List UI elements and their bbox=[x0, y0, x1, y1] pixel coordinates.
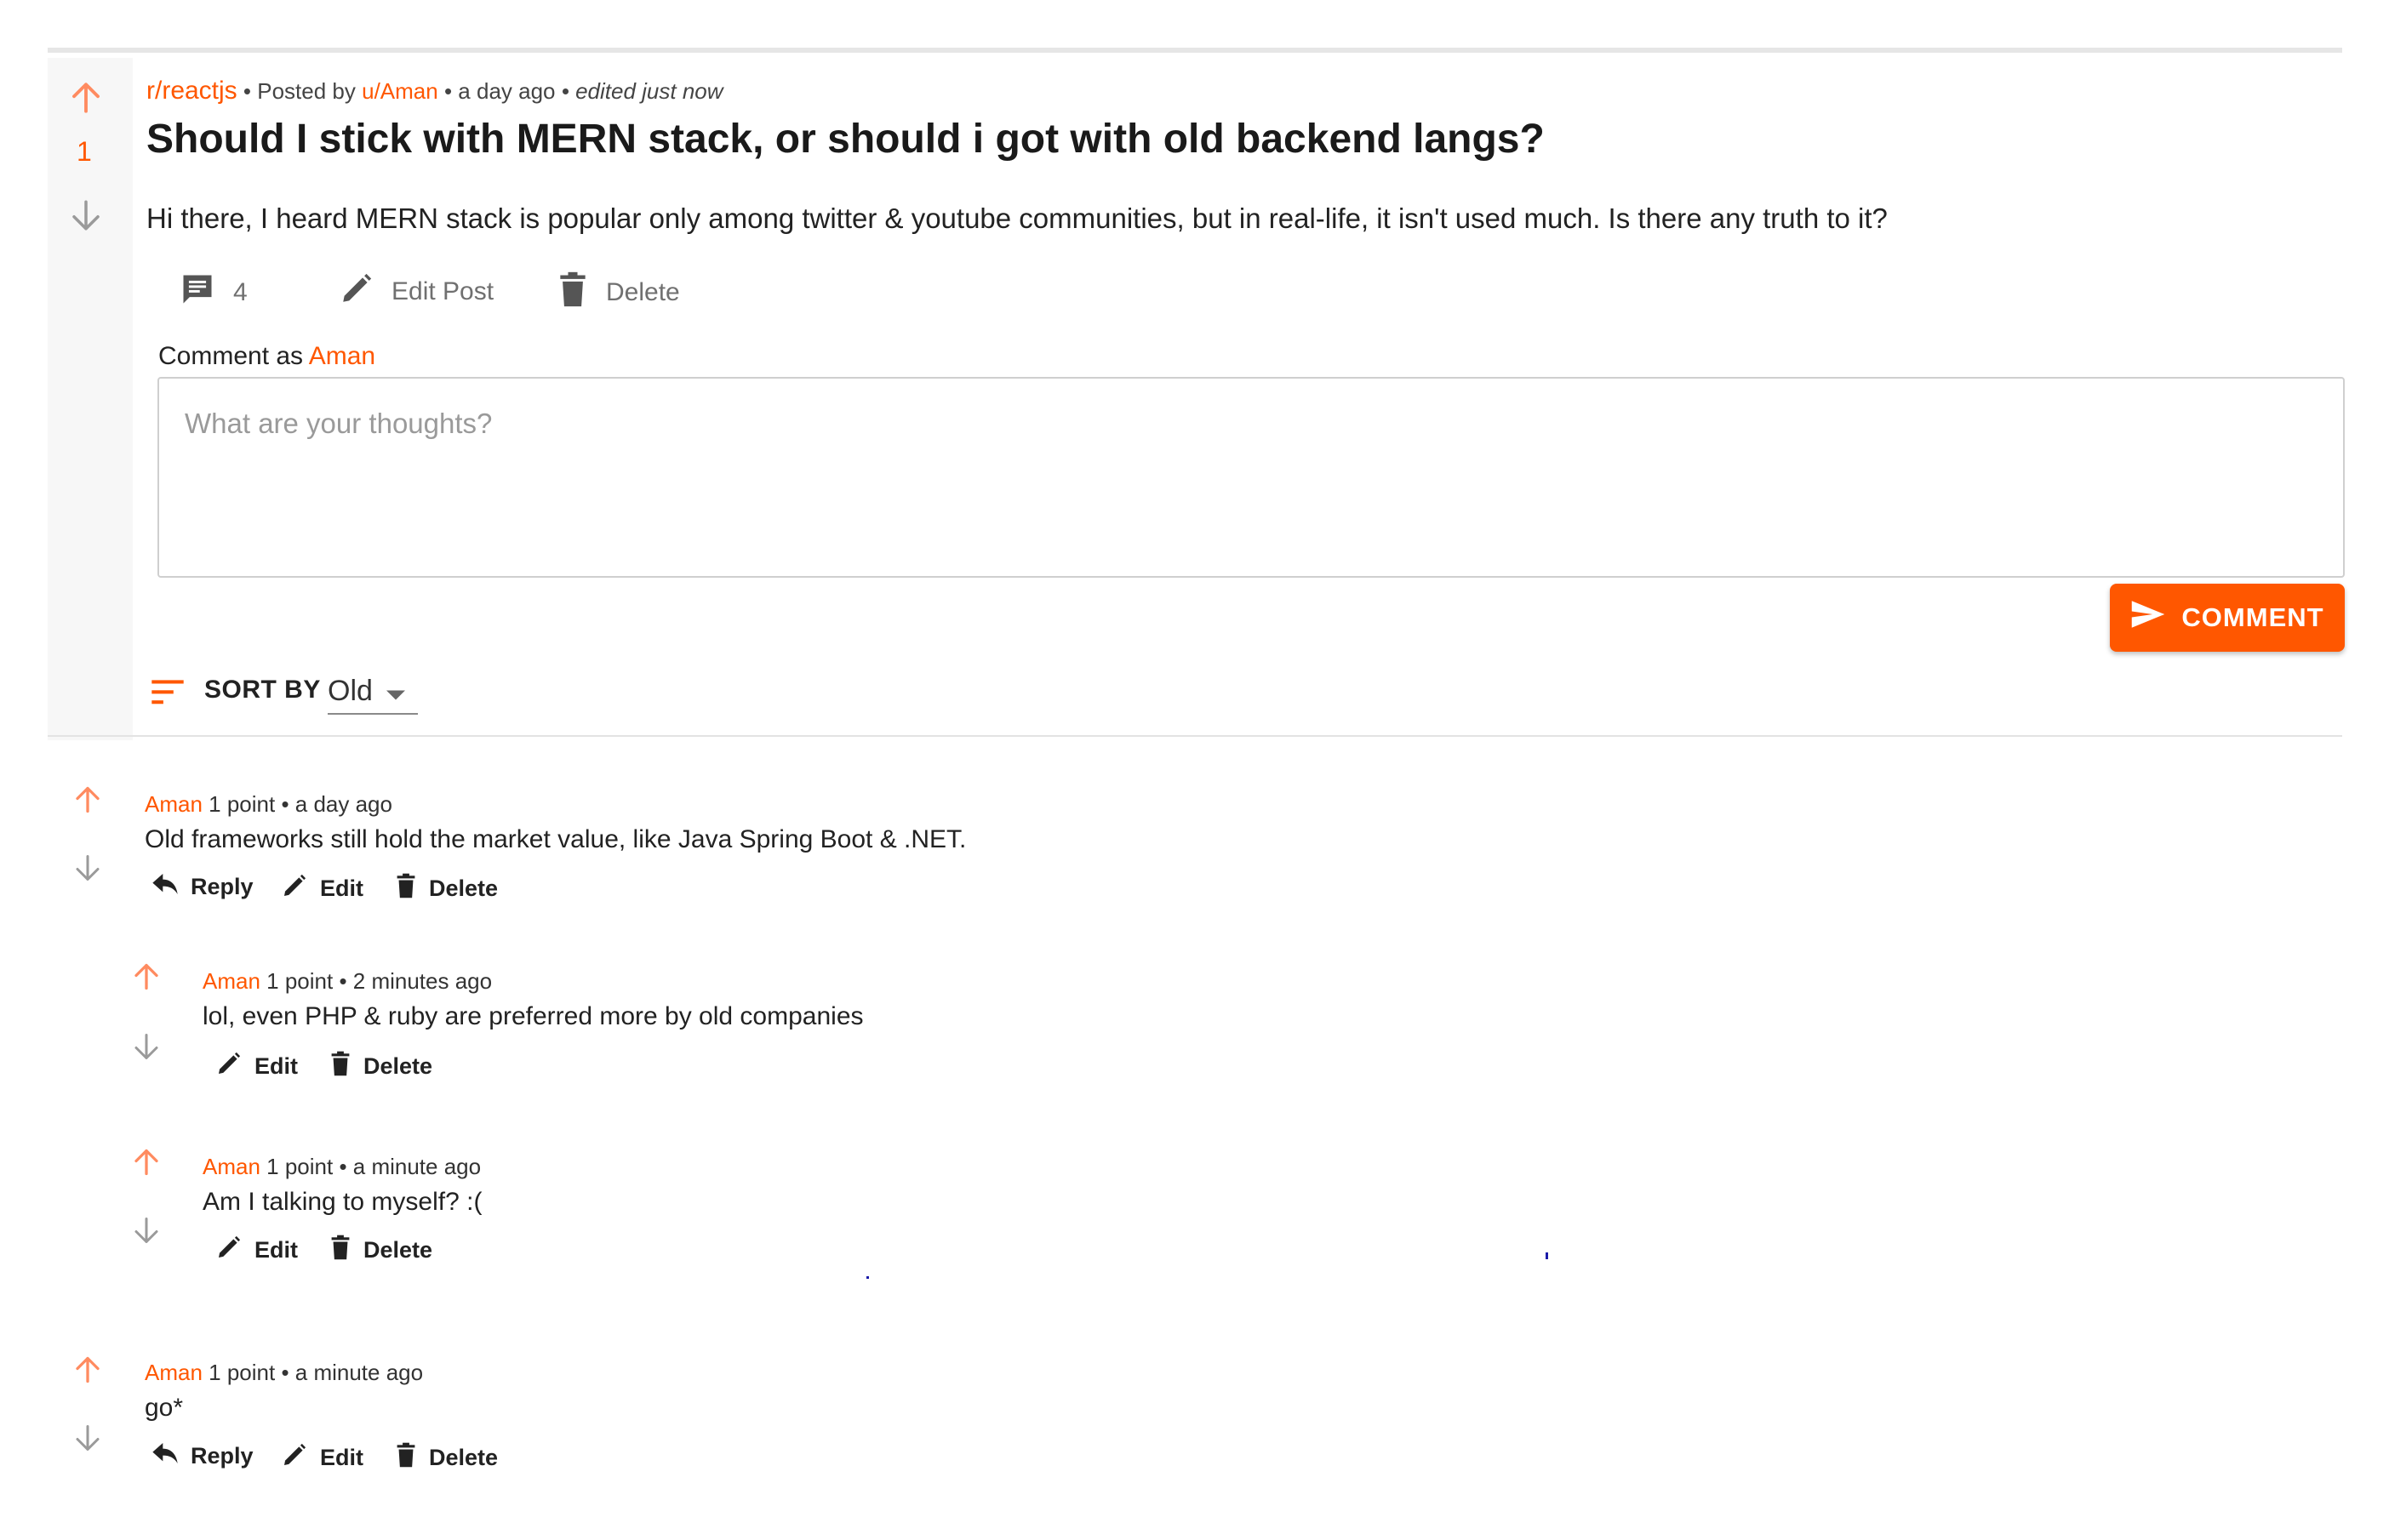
delete-label: Delete bbox=[429, 1445, 499, 1470]
edit-label: Edit bbox=[320, 876, 363, 901]
delete-post-label: Delete bbox=[606, 278, 680, 306]
sort-value: Old bbox=[328, 674, 373, 707]
post-body: Hi there, I heard MERN stack is popular … bbox=[146, 202, 1888, 234]
delete-label: Delete bbox=[429, 876, 499, 901]
delete-label: Delete bbox=[363, 1053, 433, 1079]
downvote-icon[interactable] bbox=[68, 197, 104, 233]
subreddit-link[interactable]: r/reactjs bbox=[146, 77, 237, 105]
reply-icon bbox=[151, 872, 191, 902]
reply-label: Reply bbox=[191, 1443, 254, 1469]
sort-icon bbox=[150, 677, 186, 710]
comment-text: Old frameworks still hold the market val… bbox=[145, 825, 967, 853]
pencil-icon bbox=[281, 872, 320, 905]
downvote-icon[interactable] bbox=[72, 1423, 103, 1457]
comment-submit-label: COMMENT bbox=[2181, 602, 2324, 632]
caret-down-icon bbox=[386, 675, 405, 708]
section-divider bbox=[48, 735, 2342, 737]
comment-text: go* bbox=[145, 1394, 184, 1422]
comment-text: lol, even PHP & ruby are preferred more … bbox=[203, 1002, 864, 1030]
comment-author[interactable]: Aman bbox=[145, 791, 203, 817]
edit-label: Edit bbox=[254, 1237, 298, 1263]
comment-as-label: Comment as Aman bbox=[158, 342, 375, 371]
edit-button[interactable]: Edit bbox=[215, 1234, 298, 1267]
upvote-icon[interactable] bbox=[131, 961, 162, 996]
comment-meta: Aman 1 point • a day ago bbox=[145, 791, 392, 818]
pencil-icon bbox=[281, 1441, 320, 1474]
reply-button[interactable]: Reply bbox=[151, 1441, 254, 1471]
delete-button[interactable]: Delete bbox=[329, 1050, 432, 1083]
comment-icon bbox=[179, 271, 233, 315]
delete-button[interactable]: Delete bbox=[395, 872, 498, 905]
downvote-icon[interactable] bbox=[131, 1215, 162, 1250]
edit-label: Edit bbox=[320, 1445, 363, 1470]
reply-label: Reply bbox=[191, 874, 254, 899]
trash-icon bbox=[329, 1050, 363, 1083]
comment-score-time: 1 point • a minute ago bbox=[209, 1360, 424, 1385]
sort-select[interactable]: Old bbox=[328, 669, 418, 715]
delete-label: Delete bbox=[363, 1237, 433, 1263]
upvote-icon[interactable] bbox=[72, 784, 103, 819]
comment-text: Am I talking to myself? :( bbox=[203, 1188, 483, 1216]
upvote-icon[interactable] bbox=[68, 80, 104, 116]
artifact-dot bbox=[866, 1276, 869, 1279]
pencil-icon bbox=[215, 1050, 254, 1083]
trash-icon bbox=[395, 872, 429, 905]
post-meta: r/reactjs • Posted by u/Aman • a day ago… bbox=[146, 77, 723, 106]
comment-author[interactable]: Aman bbox=[145, 1360, 203, 1385]
author-link[interactable]: u/Aman bbox=[362, 78, 438, 104]
comment-meta: Aman 1 point • 2 minutes ago bbox=[203, 968, 492, 995]
sort-by-label: SORT BY bbox=[204, 676, 321, 704]
pencil-icon bbox=[215, 1234, 254, 1267]
edit-button[interactable]: Edit bbox=[281, 872, 363, 905]
comment-score-time: 1 point • 2 minutes ago bbox=[266, 968, 493, 994]
post-time: • a day ago bbox=[443, 78, 556, 104]
downvote-icon[interactable] bbox=[72, 853, 103, 887]
comment-meta: Aman 1 point • a minute ago bbox=[203, 1154, 481, 1180]
comment-as-user[interactable]: Aman bbox=[309, 342, 375, 370]
comment-submit-button[interactable]: COMMENT bbox=[2110, 584, 2345, 652]
post-score: 1 bbox=[77, 136, 92, 167]
edited-label: • edited just now bbox=[561, 78, 723, 104]
trash-icon bbox=[329, 1234, 363, 1267]
edit-label: Edit bbox=[254, 1053, 298, 1079]
trash-icon bbox=[395, 1441, 429, 1474]
edit-button[interactable]: Edit bbox=[281, 1441, 363, 1474]
edit-button[interactable]: Edit bbox=[215, 1050, 298, 1083]
comment-meta: Aman 1 point • a minute ago bbox=[145, 1360, 423, 1386]
comment-input[interactable] bbox=[157, 377, 2345, 578]
pencil-icon bbox=[339, 271, 391, 313]
artifact-dot bbox=[1546, 1252, 1548, 1259]
comment-as-text: Comment as bbox=[158, 342, 304, 370]
post-title: Should I stick with MERN stack, or shoul… bbox=[146, 117, 1545, 162]
posted-by-label: • Posted by bbox=[243, 78, 356, 104]
edit-post-button[interactable]: Edit Post bbox=[339, 271, 494, 313]
send-icon bbox=[2130, 599, 2166, 636]
edit-post-label: Edit Post bbox=[391, 277, 494, 305]
upvote-icon[interactable] bbox=[72, 1355, 103, 1389]
comments-count-button[interactable]: 4 bbox=[179, 271, 248, 315]
delete-post-button[interactable]: Delete bbox=[557, 271, 680, 315]
comment-count: 4 bbox=[233, 278, 248, 306]
upvote-icon[interactable] bbox=[131, 1147, 162, 1182]
delete-button[interactable]: Delete bbox=[395, 1441, 498, 1474]
comment-score-time: 1 point • a minute ago bbox=[266, 1154, 482, 1179]
comment-author[interactable]: Aman bbox=[203, 968, 260, 994]
delete-button[interactable]: Delete bbox=[329, 1234, 432, 1267]
trash-icon bbox=[557, 271, 606, 315]
downvote-icon[interactable] bbox=[131, 1031, 162, 1066]
reply-button[interactable]: Reply bbox=[151, 872, 254, 902]
reply-icon bbox=[151, 1441, 191, 1471]
comment-author[interactable]: Aman bbox=[203, 1154, 260, 1179]
comment-score-time: 1 point • a day ago bbox=[209, 791, 392, 817]
